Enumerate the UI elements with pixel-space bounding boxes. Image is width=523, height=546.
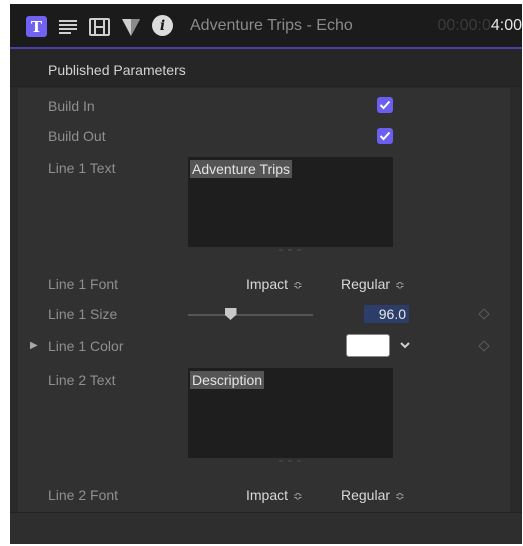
line1-color-swatch[interactable] [346,334,390,357]
updown-chevron-icon: ≎ [293,278,304,292]
keyframe-icon[interactable] [478,308,490,320]
resize-grip[interactable] [279,460,301,462]
build-out-checkbox[interactable] [377,128,393,144]
font-style-value: Regular [341,487,391,503]
line2-font-style-popup[interactable]: Regular ≎ [341,487,405,503]
disclosure-triangle-icon[interactable]: ▶ [30,340,38,351]
line1-font-family-popup[interactable]: Impact ≎ [246,276,303,292]
clip-title: Adventure Trips - Echo [190,17,353,34]
checkmark-icon [379,100,391,110]
inspector-header: T i Adventure Trips - Echo 00:00:04:00 [10,4,522,49]
info-icon[interactable]: i [152,15,173,36]
inspector-window: T i Adventure Trips - Echo 00:00:04:00 P… [10,4,522,544]
font-family-value: Impact [246,487,289,503]
build-in-checkbox[interactable] [377,97,393,113]
line1-text-label: Line 1 Text [48,160,116,176]
line1-size-label: Line 1 Size [48,306,118,322]
line1-font-label: Line 1 Font [48,276,119,292]
lines-icon[interactable] [59,16,77,38]
resize-grip[interactable] [279,249,301,251]
line1-text-field[interactable]: Adventure Trips [188,157,393,251]
build-in-label: Build In [48,98,95,114]
line1-font-style-popup[interactable]: Regular ≎ [341,276,405,292]
line1-size-value[interactable]: 96.0 [364,305,409,323]
section-title: Published Parameters [48,62,186,78]
slider-thumb[interactable] [224,308,237,320]
line2-text-label: Line 2 Text [48,372,116,388]
parameters-panel: Build In Build Out Line 1 Text Adventure… [18,88,510,512]
filter-icon[interactable] [121,16,141,38]
line1-text-value: Adventure Trips [190,160,293,178]
section-header[interactable]: Published Parameters [10,49,522,87]
updown-chevron-icon: ≎ [395,278,406,292]
build-out-label: Build Out [48,128,106,144]
timecode: 00:00:04:00 [437,17,522,35]
font-style-value: Regular [341,276,391,292]
updown-chevron-icon: ≎ [395,489,406,503]
line2-text-value: Description [190,371,265,389]
line2-font-family-popup[interactable]: Impact ≎ [246,487,303,503]
timecode-dim: 00:00:0 [437,17,491,34]
chevron-down-icon[interactable] [400,338,410,352]
film-icon[interactable] [89,16,110,38]
timecode-bright: 4:00 [490,17,522,34]
updown-chevron-icon: ≎ [293,489,304,503]
line1-size-slider[interactable] [188,314,313,316]
keyframe-icon[interactable] [478,340,490,352]
line2-text-field[interactable]: Description [188,368,393,462]
line2-font-label: Line 2 Font [48,487,119,503]
line1-color-label: Line 1 Color [48,338,124,354]
font-family-value: Impact [246,276,289,292]
checkmark-icon [379,131,391,141]
inspector-footer [10,512,522,544]
text-inspector-icon[interactable]: T [26,16,47,37]
